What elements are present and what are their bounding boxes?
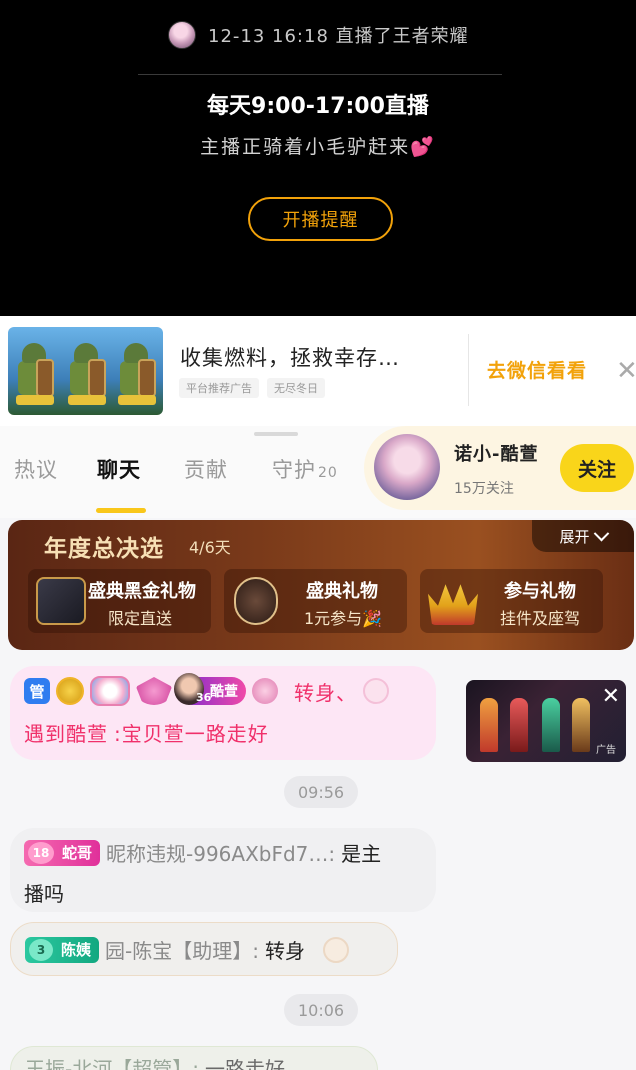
tab-label: 守护	[272, 458, 316, 482]
message-text: 转身、	[294, 680, 357, 705]
live-schedule: 每天9:00-17:00直播	[207, 94, 429, 119]
timestamp: 10:06	[284, 994, 359, 1026]
ad-tag: 无尽冬日	[267, 378, 325, 398]
crown-icon	[428, 584, 478, 625]
hero-figure	[480, 698, 498, 752]
gem-icon	[136, 677, 172, 705]
tab-contribution[interactable]: 贡献	[184, 454, 228, 484]
last-live-info: 12-13 16:18 直播了王者荣耀	[168, 18, 469, 52]
fan-club-badge: 18 蛇哥	[24, 839, 101, 866]
hero-figure	[542, 698, 560, 752]
event-participation-gift[interactable]: 参与礼物 挂件及座驾	[420, 569, 603, 633]
message-line: 王振-北河【超管】: 一路走好	[25, 1053, 285, 1070]
drag-handle[interactable]	[254, 432, 298, 436]
message-badges: 管 36 酷萱 转身、	[24, 673, 389, 706]
divider	[138, 74, 502, 75]
guard-small-icon	[252, 678, 278, 704]
tab-label: 贡献	[184, 458, 228, 482]
tab-guard[interactable]: 守护 20	[272, 454, 338, 484]
event-item-title: 参与礼物	[504, 581, 576, 602]
event-days: 4/6天	[189, 538, 231, 557]
chat-message[interactable]: 18 蛇哥 昵称违规-996AXbFd7…: 是主 播吗	[10, 828, 436, 912]
anchor-follower-count: 15万关注	[454, 481, 514, 497]
event-title: 年度总决选	[44, 536, 164, 562]
fan-level: 36	[196, 691, 212, 704]
event-item-subtitle: 挂件及座驾	[500, 609, 581, 628]
message-line: 18 蛇哥 昵称违规-996AXbFd7…: 是主	[24, 838, 381, 867]
gala-gate-icon	[234, 577, 278, 625]
tab-label: 热议	[14, 458, 58, 482]
tab-label: 聊天	[97, 458, 141, 482]
message-username: 园-陈宝【助理】:	[105, 939, 259, 963]
timestamp: 09:56	[284, 776, 359, 808]
hero-figure	[510, 698, 528, 752]
fan-badge-name: 蛇哥	[62, 844, 93, 862]
fan-club-badge: 36 酷萱	[174, 673, 246, 705]
anchor-name: 诺小-酷萱	[454, 444, 539, 465]
guard-count: 20	[318, 465, 338, 481]
ad-label: 广告	[596, 745, 616, 756]
floating-video-ad[interactable]: ✕ 广告	[466, 680, 626, 762]
tab-hot-discussion[interactable]: 热议	[14, 454, 58, 484]
event-item-title: 盛典礼物	[306, 581, 378, 602]
heart-level-icon: 3	[29, 938, 53, 961]
divider	[468, 334, 469, 406]
admin-badge: 管	[24, 678, 50, 704]
close-icon[interactable]: ✕	[602, 684, 620, 709]
chat-message[interactable]: 3 陈姨 园-陈宝【助理】: 转身	[10, 922, 398, 976]
event-gala-gift[interactable]: 盛典礼物 1元参与🎉	[224, 569, 407, 633]
message-line: 播吗	[24, 878, 64, 907]
anchor-card[interactable]: 诺小-酷萱 15万关注 关注	[364, 426, 636, 510]
message-text: 转身	[264, 939, 305, 963]
sword-icon	[322, 936, 349, 963]
message-text: 是主	[341, 842, 382, 866]
expand-label: 展开	[559, 527, 590, 546]
annual-event-banner[interactable]: 年度总决选 4/6天 展开 盛典黑金礼物 限定直送 盛典礼物 1元参与🎉 参与礼…	[8, 520, 634, 650]
expand-button[interactable]: 展开	[532, 520, 634, 552]
chat-message[interactable]: 管 36 酷萱 转身、 遇到酷萱 :宝贝萱一路走好	[10, 666, 436, 760]
ad-tag: 平台推荐广告	[179, 378, 259, 398]
fan-badge-name: 酷萱	[210, 684, 238, 700]
live-offline-panel: 12-13 16:18 直播了王者荣耀 每天9:00-17:00直播 主播正骑着…	[0, 0, 636, 316]
last-live-text: 12-13 16:18 直播了王者荣耀	[208, 26, 469, 47]
event-item-title: 盛典黑金礼物	[88, 581, 196, 602]
message-username: 王振-北河【超管】:	[25, 1057, 199, 1070]
message-text: 播吗	[24, 882, 64, 906]
ad-cta-button[interactable]: 去微信看看	[487, 356, 587, 383]
ad-thumbnail[interactable]	[8, 327, 163, 415]
close-icon[interactable]: ✕	[616, 356, 636, 386]
chevron-down-icon	[593, 525, 609, 541]
king-icon	[363, 678, 389, 704]
wealth-badge-icon	[56, 677, 84, 705]
fan-club-badge: 3 陈姨	[25, 936, 100, 963]
gift-box-icon	[36, 577, 86, 625]
event-black-gold-gift[interactable]: 盛典黑金礼物 限定直送	[28, 569, 211, 633]
hero-figure	[572, 698, 590, 752]
message-username: 昵称违规-996AXbFd7…:	[106, 842, 336, 866]
event-item-subtitle: 1元参与🎉	[304, 609, 383, 628]
message-body: 遇到酷萱 :宝贝萱一路走好	[24, 718, 269, 747]
live-reminder-button[interactable]: 开播提醒	[248, 197, 393, 241]
anchor-mini-avatar	[168, 21, 196, 49]
ad-title[interactable]: 收集燃料，拯救幸存…	[180, 342, 400, 372]
active-tab-indicator	[96, 508, 146, 513]
fan-badge-name: 陈姨	[61, 941, 92, 959]
guard-shield-icon	[90, 676, 130, 706]
ad-tags: 平台推荐广告 无尽冬日	[179, 378, 325, 398]
avatar[interactable]	[374, 434, 440, 500]
follow-button[interactable]: 关注	[560, 444, 634, 492]
event-item-subtitle: 限定直送	[108, 609, 173, 628]
tab-chat[interactable]: 聊天	[97, 454, 141, 484]
message-line: 3 陈姨 园-陈宝【助理】: 转身	[25, 935, 349, 964]
message-username: 遇到酷萱	[24, 722, 108, 746]
chat-message[interactable]: 王振-北河【超管】: 一路走好	[10, 1046, 378, 1070]
heart-level-icon: 18	[28, 841, 54, 864]
anchor-status: 主播正骑着小毛驴赶来💕	[200, 136, 436, 158]
chat-tabs-bar: 热议 聊天 贡献 守护 20 诺小-酷萱 15万关注 关注	[0, 426, 636, 518]
ad-banner[interactable]: 收集燃料，拯救幸存… 平台推荐广告 无尽冬日 去微信看看 ✕	[0, 316, 636, 426]
message-text: :宝贝萱一路走好	[114, 722, 269, 746]
message-text: 一路走好	[204, 1057, 285, 1070]
